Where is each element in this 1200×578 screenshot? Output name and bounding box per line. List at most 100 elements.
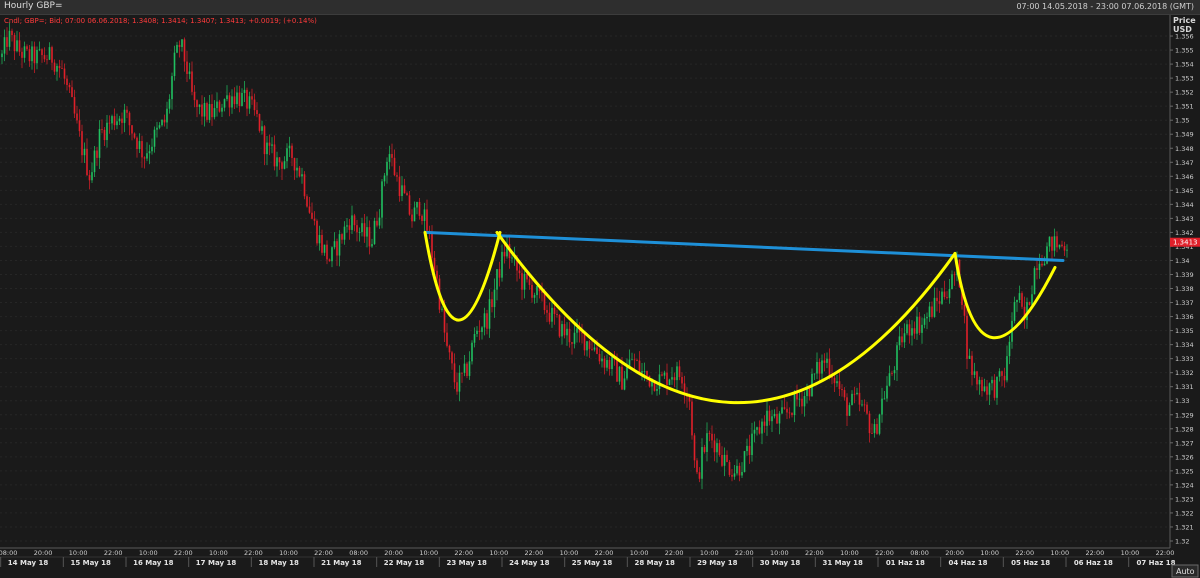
candle-up [473,334,476,343]
candle-down [73,97,76,114]
candle-up [158,125,161,128]
candle-up [441,308,443,310]
candle-down [543,292,546,311]
y-tick-label: 1.327 [1175,439,1194,447]
candle-down [273,144,276,167]
candle-up [458,372,461,392]
auto-button-label: Auto [1176,567,1195,576]
y-tick-label: 1.329 [1175,411,1194,419]
candle-up [951,274,953,290]
x-time-label: 20:00 [384,549,403,557]
candle-up [911,328,913,336]
candle-up [148,151,151,154]
candle-up [248,96,251,109]
x-time-label: 22:00 [665,549,684,557]
candle-up [793,392,796,416]
candle-down [63,68,66,79]
candle-up [623,378,626,390]
candle-down [206,103,208,120]
candle-up [851,393,853,406]
candle-down [196,100,198,107]
x-time-label: 10:00 [700,549,719,557]
candle-up [343,226,346,240]
candle-down [308,206,311,213]
candle-up [413,207,416,222]
candle-up [881,398,883,415]
x-date-label: 28 May 18 [634,559,675,567]
candle-down [61,68,63,69]
candle-down [141,141,143,158]
candle-down [791,412,793,416]
chart-legend: Cndl; GBP=; Bid; 07:00 06.06.2018; 1.340… [4,17,317,25]
x-date-label: 15 May 18 [70,559,111,567]
candlestick-chart[interactable]: Price USD 1.321.3211.3221.3231.3241.3251… [0,0,1200,578]
candle-up [998,371,1001,377]
x-date-label: 21 May 18 [321,559,362,567]
x-time-label: 22:00 [805,549,824,557]
candle-down [193,91,196,101]
x-time-label: 10:00 [560,549,579,557]
candle-down [11,30,13,36]
candle-up [471,342,473,362]
x-date-label: 01 Haz 18 [886,559,925,567]
candle-down [1003,375,1006,381]
candle-down [558,314,561,337]
candle-down [823,360,826,363]
candle-down [391,154,393,158]
y-tick-label: 1.32 [1175,537,1189,545]
candle-up [618,366,621,382]
x-time-label: 22:00 [1015,549,1034,557]
candle-down [321,234,323,253]
candle-down [446,332,448,346]
candle-down [526,273,528,280]
candle-down [88,175,91,181]
candle-down [788,412,791,414]
x-time-label: 10:00 [770,549,789,557]
candle-down [251,96,253,100]
candle-down [186,61,188,74]
candle-down [786,408,788,413]
candle-up [276,157,278,167]
candle-up [173,52,176,77]
x-time-label: 10:00 [69,549,88,557]
candle-up [36,49,38,64]
candle-down [828,358,831,376]
candle-down [278,157,281,163]
candle-down [268,142,271,146]
candle-up [723,454,726,466]
candle-down [616,359,618,382]
candle-up [741,471,743,476]
candle-down [841,389,843,391]
x-date-label: 29 May 18 [697,559,738,567]
candle-down [376,220,378,226]
candle-up [118,118,121,122]
candle-up [476,330,478,335]
candle-up [631,359,633,361]
candle-up [781,407,783,414]
candle-up [271,144,273,146]
candle-down [246,89,248,109]
candle-up [138,141,141,150]
auto-scale-button[interactable]: Auto [1171,564,1199,578]
candle-down [201,104,203,117]
candle-down [258,113,261,131]
x-date-label: 30 May 18 [760,559,801,567]
candle-up [166,108,168,123]
candle-up [338,234,341,256]
candle-up [1038,263,1041,270]
candle-up [968,355,971,359]
candle-up [283,161,286,169]
candle-down [1041,263,1043,266]
candle-down [776,413,778,424]
candle-down [256,110,258,114]
candle-up [1008,341,1011,357]
candle-up [643,370,646,372]
candle-down [78,120,81,132]
candle-up [213,108,216,118]
candle-up [656,389,658,391]
candle-up [826,358,828,363]
candle-down [518,270,521,274]
y-tick-label: 1.322 [1175,509,1194,517]
candle-up [221,107,223,112]
candle-up [716,443,718,453]
